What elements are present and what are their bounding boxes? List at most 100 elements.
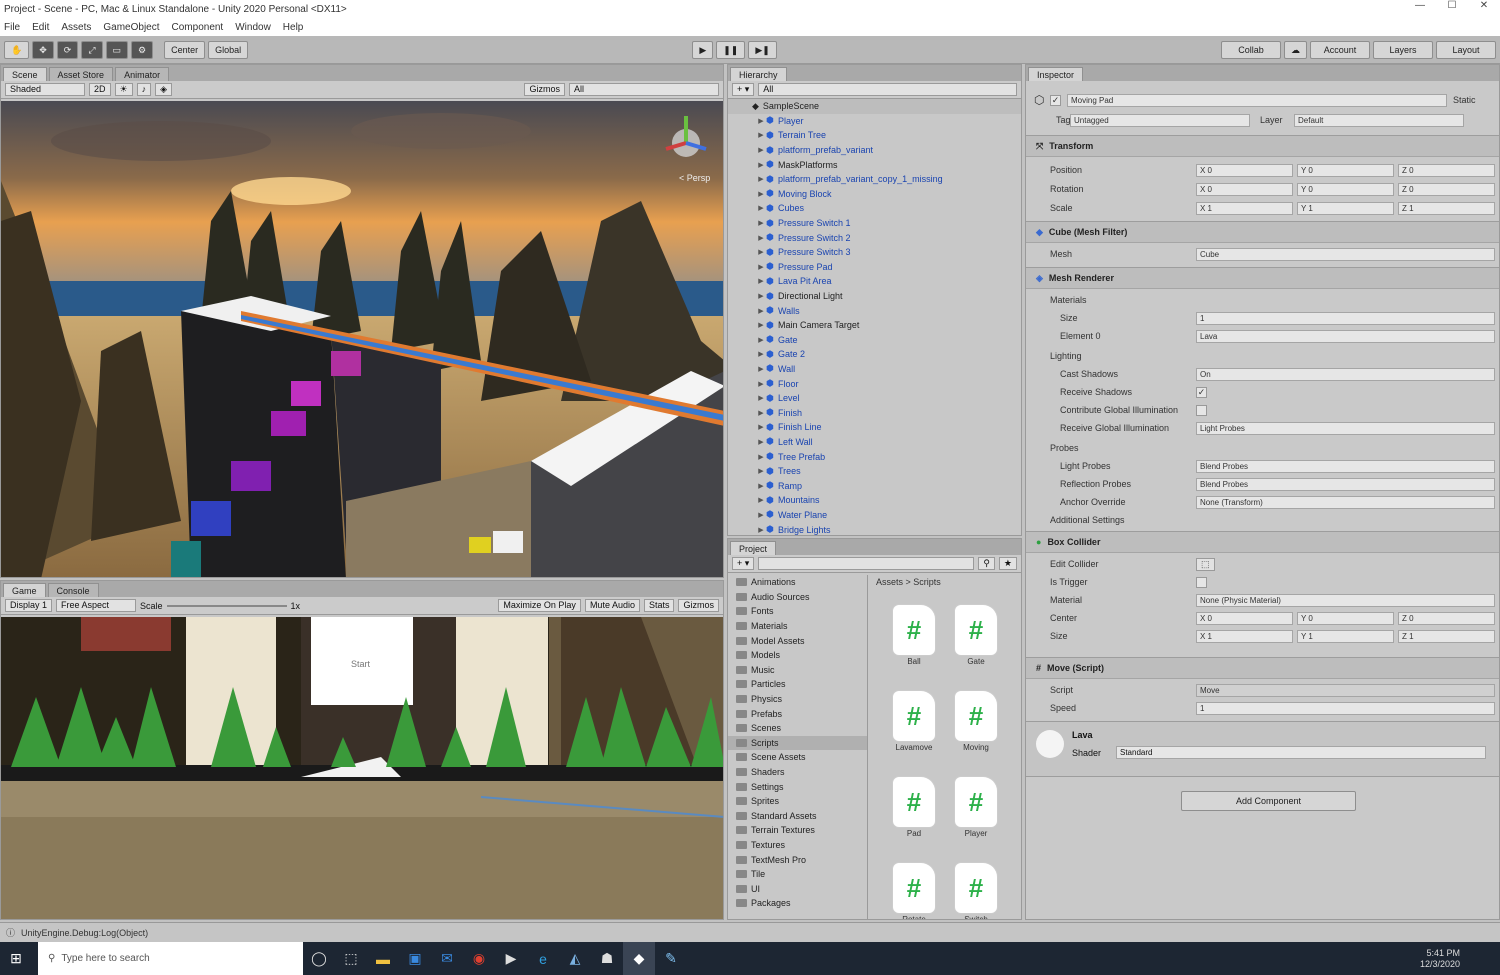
project-folder-item[interactable]: Animations <box>728 575 867 590</box>
script-asset[interactable]: # Moving <box>955 691 997 753</box>
center-z-field[interactable]: Z 0 <box>1398 611 1495 625</box>
menu-file[interactable]: File <box>4 22 20 33</box>
mail-icon[interactable]: ✉ <box>431 942 463 975</box>
expand-arrow-icon[interactable]: ▶ <box>756 175 766 183</box>
stats-toggle[interactable]: Stats <box>643 599 675 612</box>
lighting-toggle[interactable]: ☀ <box>114 83 133 96</box>
transform-x-field[interactable]: X 1 <box>1196 201 1293 215</box>
project-folder-item[interactable]: Scene Assets <box>728 750 867 765</box>
project-folder-item[interactable]: Music <box>728 663 867 678</box>
transform-y-field[interactable]: Y 0 <box>1297 182 1394 196</box>
project-folder-item[interactable]: Materials <box>728 619 867 634</box>
create-dropdown[interactable]: + ▾ <box>732 83 755 96</box>
mute-audio-toggle[interactable]: Mute Audio <box>584 599 640 612</box>
transform-y-field[interactable]: Y 1 <box>1297 201 1394 215</box>
menu-component[interactable]: Component <box>172 22 224 33</box>
mesh-filter-header[interactable]: ◆ Cube (Mesh Filter) <box>1026 221 1499 243</box>
expand-arrow-icon[interactable]: ▶ <box>756 277 766 285</box>
project-folder-item[interactable]: Textures <box>728 838 867 853</box>
light-probes-dropdown[interactable]: Blend Probes <box>1196 459 1495 473</box>
tag-dropdown[interactable]: Untagged <box>1070 113 1250 127</box>
layers-dropdown[interactable]: Layers <box>1373 40 1433 59</box>
hierarchy-item[interactable]: ▶ ⬢ Finish Line <box>728 420 1021 435</box>
account-dropdown[interactable]: Account <box>1310 40 1370 59</box>
pinned-app-icon[interactable]: ✎ <box>655 942 687 975</box>
expand-arrow-icon[interactable]: ▶ <box>756 190 766 198</box>
display-dropdown[interactable]: Display 1 <box>5 599 53 612</box>
script-asset[interactable]: # Rotate <box>893 863 935 919</box>
size-y-field[interactable]: Y 1 <box>1297 629 1394 643</box>
hierarchy-item[interactable]: ▶ ⬢ Mountains <box>728 493 1021 508</box>
anchor-override-field[interactable]: None (Transform) <box>1196 495 1495 509</box>
project-folder-item[interactable]: Particles <box>728 677 867 692</box>
tab-hierarchy[interactable]: Hierarchy <box>730 67 787 81</box>
expand-arrow-icon[interactable]: ▶ <box>756 161 766 169</box>
expand-arrow-icon[interactable]: ▶ <box>756 380 766 388</box>
is-trigger-checkbox[interactable] <box>1196 576 1207 588</box>
project-folder-item[interactable]: Tile <box>728 867 867 882</box>
shading-mode-dropdown[interactable]: Shaded <box>5 83 85 96</box>
edge-icon[interactable]: e <box>527 942 559 975</box>
game-gizmos-dropdown[interactable]: Gizmos <box>678 599 719 612</box>
tab-project[interactable]: Project <box>730 541 777 555</box>
expand-arrow-icon[interactable]: ▶ <box>756 204 766 212</box>
project-folder-item[interactable]: Settings <box>728 779 867 794</box>
tab-inspector[interactable]: Inspector <box>1028 67 1084 81</box>
tab-asset-store[interactable]: Asset Store <box>48 67 114 81</box>
script-asset[interactable]: # Lavamove <box>893 691 935 753</box>
expand-arrow-icon[interactable]: ▶ <box>756 248 766 256</box>
hierarchy-item[interactable]: ▶ ⬢ Main Camera Target <box>728 318 1021 333</box>
hierarchy-item[interactable]: ▶ ⬢ Pressure Switch 1 <box>728 216 1021 231</box>
expand-arrow-icon[interactable]: ▶ <box>756 394 766 402</box>
transform-z-field[interactable]: Z 1 <box>1398 201 1495 215</box>
expand-arrow-icon[interactable]: ▶ <box>756 131 766 139</box>
tab-console[interactable]: Console <box>47 583 99 597</box>
play-button[interactable]: ▶ <box>692 40 714 59</box>
hierarchy-item[interactable]: ▶ ⬢ platform_prefab_variant <box>728 143 1021 158</box>
expand-arrow-icon[interactable]: ▶ <box>756 336 766 344</box>
script-component-header[interactable]: # Move (Script) <box>1026 657 1499 679</box>
hierarchy-item[interactable]: ▶ ⬢ Left Wall <box>728 435 1021 450</box>
expand-arrow-icon[interactable]: ▶ <box>756 307 766 315</box>
element-field[interactable]: Lava <box>1196 329 1495 343</box>
script-asset[interactable]: # Ball <box>893 605 935 667</box>
file-explorer-icon[interactable]: ▬ <box>367 942 399 975</box>
hierarchy-item[interactable]: ▶ ⬢ Player <box>728 114 1021 129</box>
scene-root-row[interactable]: ◆ SampleScene <box>728 99 1021 114</box>
rect-tool-button[interactable]: ▭ <box>105 40 129 59</box>
hierarchy-item[interactable]: ▶ ⬢ Gate <box>728 333 1021 348</box>
project-folder-item[interactable]: Models <box>728 648 867 663</box>
hierarchy-item[interactable]: ▶ ⬢ Pressure Switch 3 <box>728 245 1021 260</box>
tab-animator[interactable]: Animator <box>115 67 170 81</box>
transform-x-field[interactable]: X 0 <box>1196 163 1293 177</box>
box-collider-header[interactable]: ● Box Collider <box>1026 531 1499 553</box>
transform-header[interactable]: ⤧ Transform <box>1026 135 1499 157</box>
hierarchy-item[interactable]: ▶ ⬢ Finish <box>728 405 1021 420</box>
project-folder-item[interactable]: Packages <box>728 896 867 911</box>
chrome-icon[interactable]: ◉ <box>463 942 495 975</box>
hierarchy-item[interactable]: ▶ ⬢ Moving Block <box>728 187 1021 202</box>
project-folder-item[interactable]: Fonts <box>728 604 867 619</box>
project-folder-item[interactable]: Terrain Textures <box>728 823 867 838</box>
reflection-probes-dropdown[interactable]: Blend Probes <box>1196 477 1495 491</box>
expand-arrow-icon[interactable]: ▶ <box>756 467 766 475</box>
receive-gi-dropdown[interactable]: Light Probes <box>1196 421 1495 435</box>
expand-arrow-icon[interactable]: ▶ <box>756 365 766 373</box>
taskbar-clock[interactable]: 5:41 PM 12/3/2020 <box>1420 948 1500 970</box>
menu-window[interactable]: Window <box>235 22 271 33</box>
hierarchy-item[interactable]: ▶ ⬢ Gate 2 <box>728 347 1021 362</box>
size-x-field[interactable]: X 1 <box>1196 629 1293 643</box>
hierarchy-item[interactable]: ▶ ⬢ Level <box>728 391 1021 406</box>
menu-edit[interactable]: Edit <box>32 22 49 33</box>
effects-toggle[interactable]: ◈ <box>155 83 173 96</box>
expand-arrow-icon[interactable]: ▶ <box>756 117 766 125</box>
script-asset[interactable]: # Pad <box>893 777 935 839</box>
hierarchy-item[interactable]: ▶ ⬢ Wall <box>728 362 1021 377</box>
expand-arrow-icon[interactable]: ▶ <box>756 438 766 446</box>
scene-search-input[interactable]: All <box>569 83 719 96</box>
transform-z-field[interactable]: Z 0 <box>1398 182 1495 196</box>
project-folder-item[interactable]: Standard Assets <box>728 809 867 824</box>
task-view-icon[interactable]: ◯ <box>303 942 335 975</box>
app-icon[interactable]: ☗ <box>591 942 623 975</box>
scene-viewport[interactable]: < Persp <box>1 101 723 577</box>
